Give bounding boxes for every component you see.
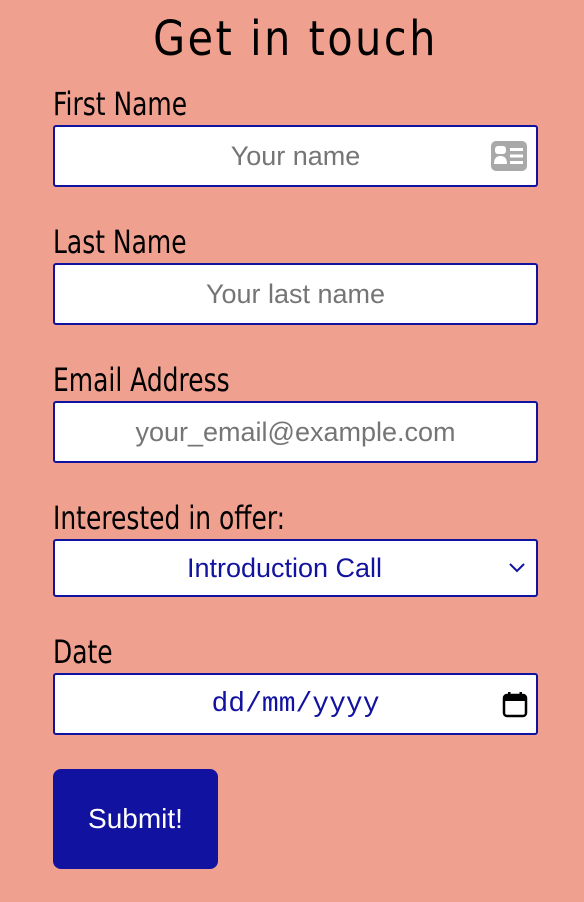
date-label: Date [53,633,113,671]
last-name-label: Last Name [53,223,187,261]
submit-button[interactable]: Submit! [53,769,218,869]
offer-selected-value: Introduction Call [186,553,383,583]
offer-label: Interested in offer: [53,499,286,537]
contact-card-icon[interactable] [491,141,527,171]
first-name-label: First Name [53,85,188,123]
date-field[interactable]: dd/mm/yyyy [53,673,538,735]
page-title: Get in touch [153,11,438,67]
first-name-field[interactable]: Your name [53,125,538,187]
date-placeholder: dd/mm/yyyy [211,689,380,720]
calendar-icon[interactable] [502,692,528,718]
first-name-placeholder: Your name [230,141,361,171]
email-label: Email Address [53,361,230,399]
last-name-field[interactable]: Your last name [53,263,538,325]
email-placeholder: your_email@example.com [135,417,456,447]
offer-select[interactable]: Introduction Call [53,539,538,597]
chevron-down-icon [509,563,525,573]
last-name-placeholder: Your last name [205,279,386,309]
email-field[interactable]: your_email@example.com [53,401,538,463]
